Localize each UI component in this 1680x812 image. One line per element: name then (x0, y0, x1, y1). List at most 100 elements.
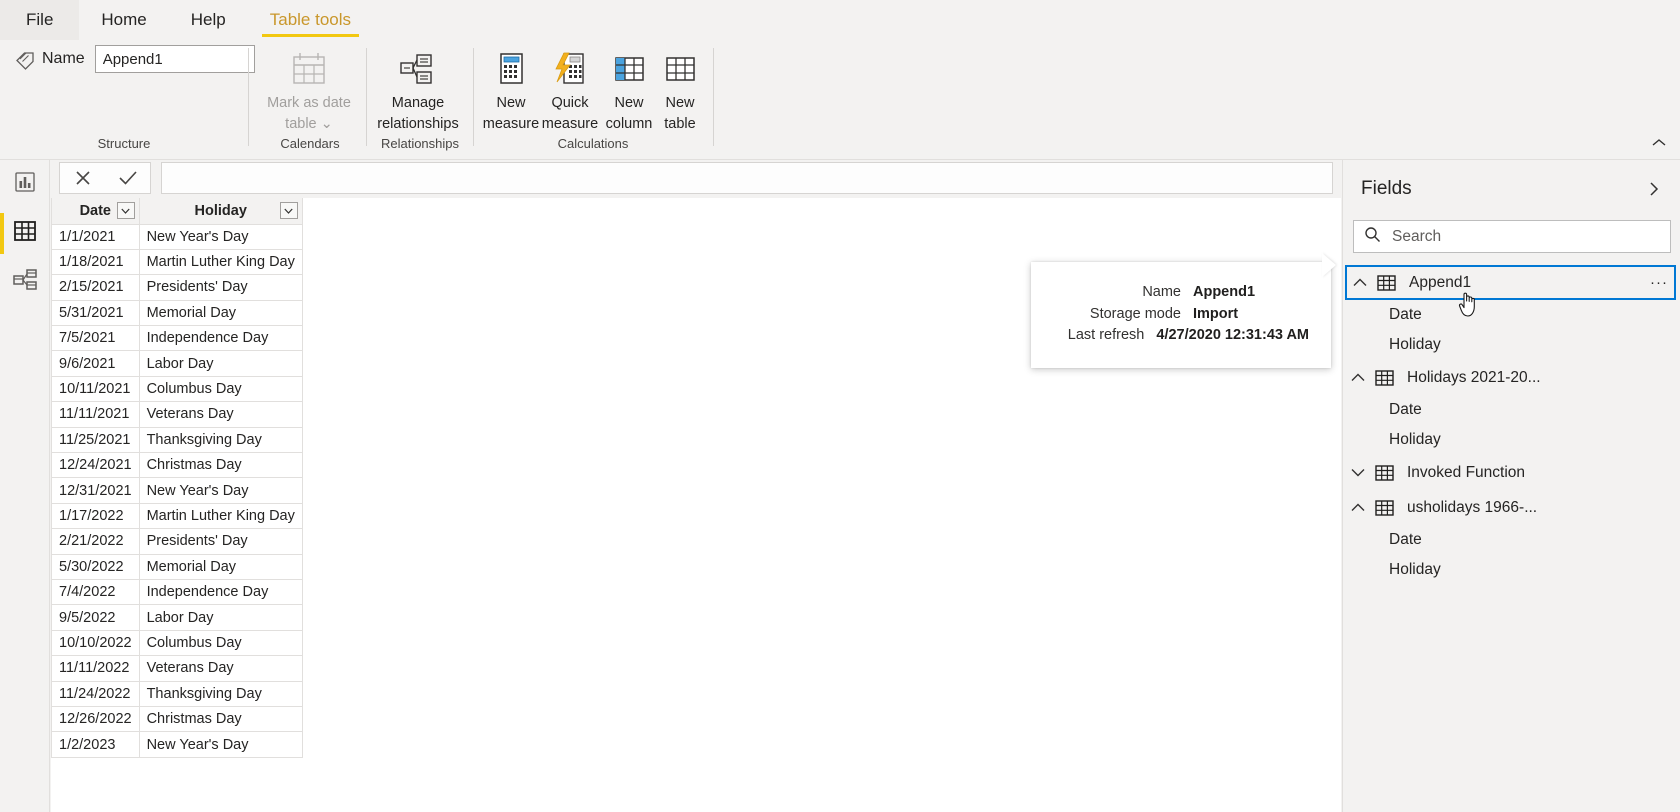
fields-field-row[interactable]: Holiday (1343, 555, 1680, 585)
ribbon-tab-home[interactable]: Home (79, 0, 168, 40)
cell-holiday[interactable]: Martin Luther King Day (138, 502, 303, 530)
cell-holiday[interactable]: Memorial Day (138, 299, 303, 327)
ribbon-tab-table-tools[interactable]: Table tools (248, 0, 373, 40)
table-row[interactable]: 11/11/2021 Veterans Day (51, 401, 303, 428)
cell-date[interactable]: 12/24/2021 (51, 452, 140, 479)
cell-holiday[interactable]: New Year's Day (138, 223, 303, 250)
chevron-up-icon[interactable] (1347, 367, 1369, 389)
table-row[interactable]: 12/24/2021 Christmas Day (51, 452, 303, 479)
table-row[interactable]: 5/31/2021 Memorial Day (51, 299, 303, 327)
table-row[interactable]: 2/21/2022 Presidents' Day (51, 528, 303, 555)
fields-field-row[interactable]: Holiday (1343, 425, 1680, 455)
cell-date[interactable]: 1/1/2021 (51, 223, 140, 250)
table-row[interactable]: 9/5/2022 Labor Day (51, 604, 303, 631)
sidebar-item-report-view[interactable] (0, 160, 50, 209)
table-row[interactable]: 11/24/2022 Thanksgiving Day (51, 680, 303, 707)
cell-date[interactable]: 11/24/2022 (51, 680, 140, 707)
cell-date[interactable]: 10/10/2022 (51, 629, 140, 657)
cell-date[interactable]: 1/2/2023 (51, 731, 140, 758)
table-name-input[interactable] (94, 45, 255, 73)
cell-holiday[interactable]: Thanksgiving Day (138, 680, 303, 707)
fields-field-row[interactable]: Date (1343, 395, 1680, 425)
cell-date[interactable]: 12/31/2021 (51, 477, 140, 504)
cell-holiday[interactable]: Columbus Day (138, 629, 303, 657)
chevron-down-icon[interactable] (1347, 462, 1369, 484)
cell-date[interactable]: 1/17/2022 (51, 502, 140, 530)
table-row[interactable]: 9/6/2021 Labor Day (51, 350, 303, 377)
expand-fields-pane-icon[interactable] (1643, 178, 1665, 200)
table-row[interactable]: 1/2/2023 New Year's Day (51, 731, 303, 758)
cell-date[interactable]: 10/11/2021 (51, 375, 140, 403)
table-row[interactable]: 10/10/2022 Columbus Day (51, 629, 303, 657)
fields-table-row[interactable]: usholidays 1966-... (1343, 490, 1680, 525)
cell-date[interactable]: 2/15/2021 (51, 274, 140, 301)
cell-holiday[interactable]: New Year's Day (138, 477, 303, 504)
table-row[interactable]: 1/1/2021 New Year's Day (51, 223, 303, 250)
cell-date[interactable]: 11/25/2021 (51, 426, 140, 454)
fields-table-row[interactable]: Append1 ··· (1345, 265, 1676, 300)
table-row[interactable]: 7/4/2022 Independence Day (51, 578, 303, 606)
date-filter-button[interactable] (116, 202, 135, 220)
column-header-holiday[interactable]: Holiday (138, 198, 303, 225)
new-table-button[interactable]: New table (645, 46, 715, 134)
cell-holiday[interactable]: Martin Luther King Day (138, 248, 303, 276)
cell-date[interactable]: 7/4/2022 (51, 578, 140, 606)
column-header-date[interactable]: Date (51, 198, 140, 225)
mark-as-date-table-button[interactable]: Mark as date table ⌄ (261, 46, 357, 134)
fields-table-row[interactable]: Invoked Function (1343, 455, 1680, 490)
table-row[interactable]: 1/18/2021 Martin Luther King Day (51, 248, 303, 276)
cell-date[interactable]: 7/5/2021 (51, 325, 140, 352)
cell-date[interactable]: 9/5/2022 (51, 604, 140, 631)
cell-date[interactable]: 12/26/2022 (51, 705, 140, 733)
chevron-down-icon[interactable]: ⌄ (321, 116, 333, 132)
sidebar-item-model-view[interactable] (0, 258, 50, 307)
formula-input[interactable] (161, 161, 1333, 194)
ribbon-tab-help[interactable]: Help (169, 0, 248, 40)
fields-field-row[interactable]: Date (1343, 525, 1680, 555)
cell-holiday[interactable]: Memorial Day (138, 553, 303, 580)
cell-holiday[interactable]: Labor Day (138, 604, 303, 631)
cell-date[interactable]: 5/30/2022 (51, 553, 140, 580)
cell-holiday[interactable]: Columbus Day (138, 375, 303, 403)
table-row[interactable]: 10/11/2021 Columbus Day (51, 375, 303, 403)
cell-date[interactable]: 2/21/2022 (51, 528, 140, 555)
chevron-up-icon[interactable] (1349, 272, 1371, 294)
cell-holiday[interactable]: Independence Day (138, 325, 303, 352)
accept-formula-button[interactable] (105, 163, 150, 193)
fields-table-row[interactable]: Holidays 2021-20... (1343, 360, 1680, 395)
ribbon-tab-file[interactable]: File (0, 0, 80, 40)
table-row[interactable]: 11/11/2022 Veterans Day (51, 655, 303, 682)
cell-date[interactable]: 9/6/2021 (51, 350, 140, 377)
cell-holiday[interactable]: New Year's Day (138, 731, 303, 758)
cell-holiday[interactable]: Christmas Day (138, 452, 303, 479)
cell-date[interactable]: 11/11/2022 (51, 655, 140, 682)
cell-date[interactable]: 11/11/2021 (51, 401, 140, 428)
holiday-filter-button[interactable] (279, 202, 298, 220)
cell-holiday[interactable]: Labor Day (138, 350, 303, 377)
chevron-up-icon[interactable] (1347, 497, 1369, 519)
cell-holiday[interactable]: Thanksgiving Day (138, 426, 303, 454)
table-row[interactable]: 2/15/2021 Presidents' Day (51, 274, 303, 301)
cancel-formula-button[interactable] (60, 163, 105, 193)
cell-holiday[interactable]: Veterans Day (138, 655, 303, 682)
table-row[interactable]: 7/5/2021 Independence Day (51, 325, 303, 352)
table-row[interactable]: 5/30/2022 Memorial Day (51, 553, 303, 580)
table-row[interactable]: 12/31/2021 New Year's Day (51, 477, 303, 504)
collapse-ribbon-button[interactable] (1648, 132, 1670, 154)
fields-field-row[interactable]: Holiday (1343, 330, 1680, 360)
cell-holiday[interactable]: Presidents' Day (138, 528, 303, 555)
table-row[interactable]: 1/17/2022 Martin Luther King Day (51, 502, 303, 530)
manage-relationships-button[interactable]: Manage relationships (370, 46, 466, 134)
table-row[interactable]: 12/26/2022 Christmas Day (51, 705, 303, 733)
cell-date[interactable]: 5/31/2021 (51, 299, 140, 327)
fields-search-box[interactable]: Search (1353, 220, 1671, 253)
cell-holiday[interactable]: Veterans Day (138, 401, 303, 428)
cell-holiday[interactable]: Presidents' Day (138, 274, 303, 301)
cell-date[interactable]: 1/18/2021 (51, 248, 140, 276)
fields-field-row[interactable]: Date (1343, 300, 1680, 330)
sidebar-item-data-view[interactable] (0, 209, 50, 258)
more-options-icon[interactable]: ··· (1650, 274, 1668, 291)
cell-holiday[interactable]: Christmas Day (138, 705, 303, 733)
cell-holiday[interactable]: Independence Day (138, 578, 303, 606)
table-row[interactable]: 11/25/2021 Thanksgiving Day (51, 426, 303, 454)
